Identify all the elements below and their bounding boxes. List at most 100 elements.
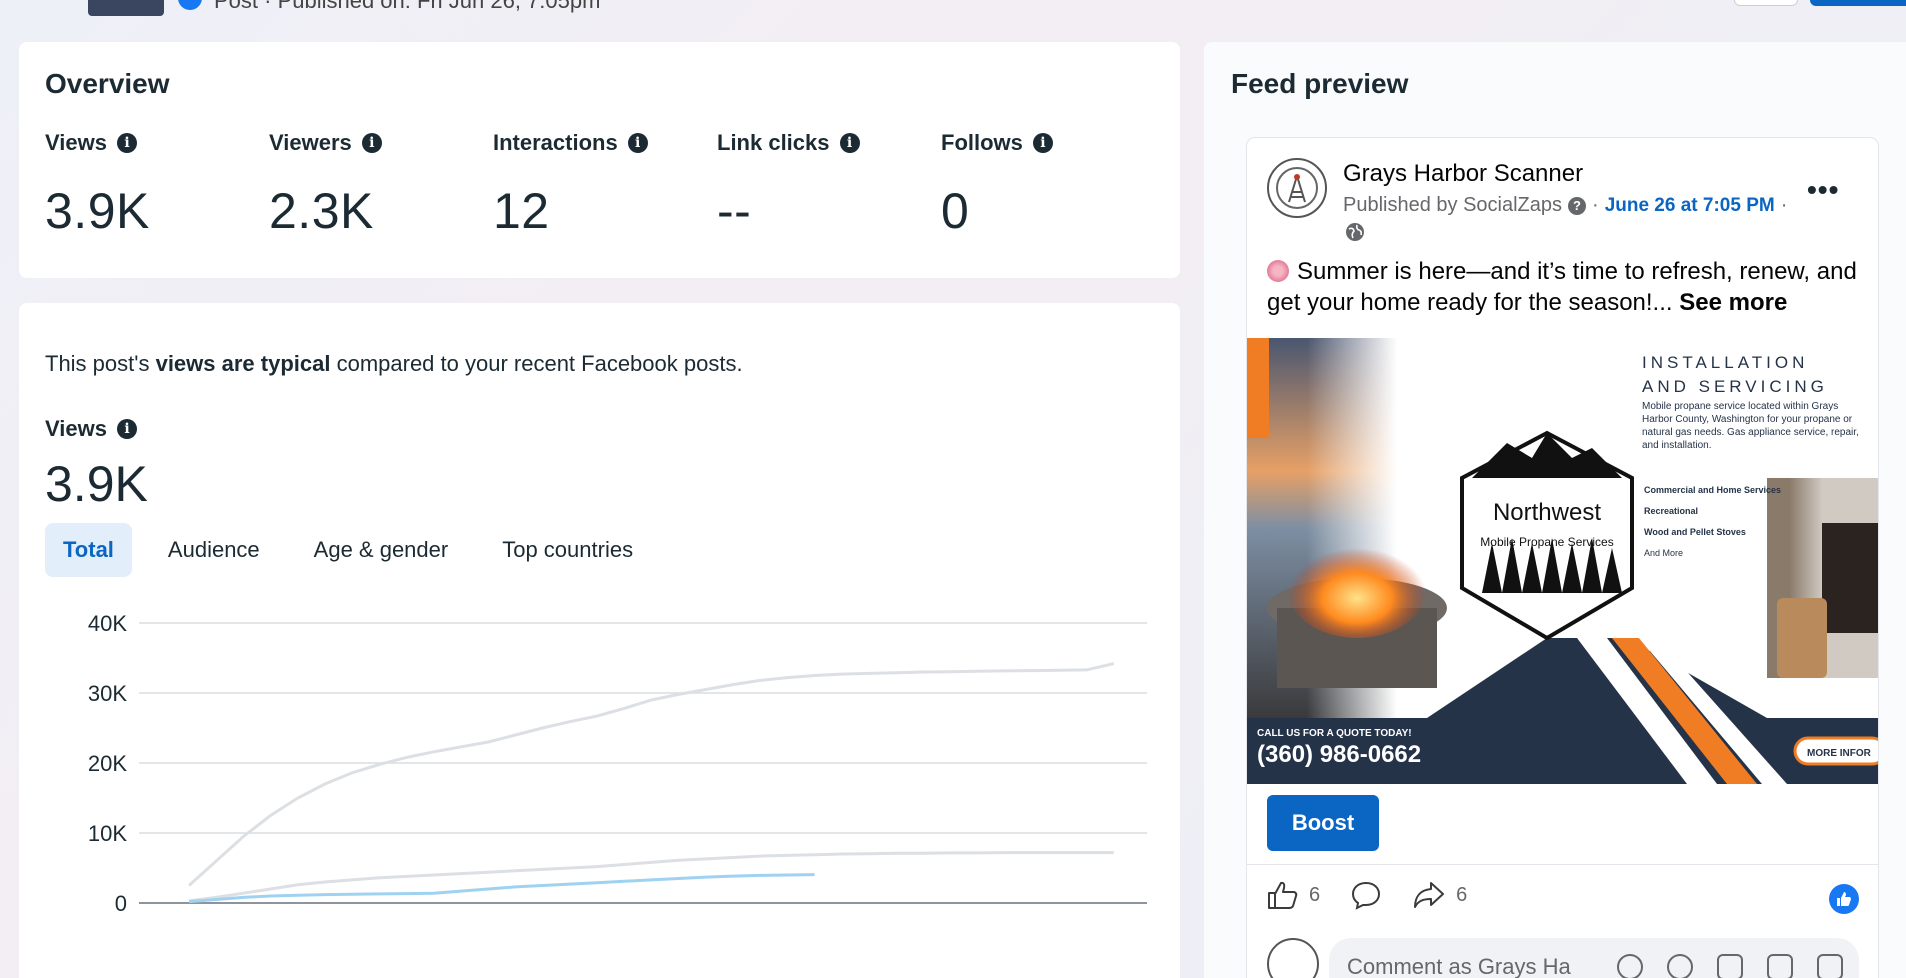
avatar-sticker-icon[interactable] xyxy=(1617,954,1643,978)
more-options-icon[interactable]: ••• xyxy=(1807,174,1839,206)
info-icon[interactable]: i xyxy=(1032,133,1053,153)
feed-preview-title: Feed preview xyxy=(1231,68,1409,99)
sticker-icon[interactable] xyxy=(1817,954,1843,978)
summary-bold: views are typical xyxy=(155,351,331,376)
thumbs-up-icon xyxy=(1268,881,1298,909)
ad-bullet: Wood and Pellet Stoves xyxy=(1644,527,1746,537)
published-line: Published by SocialZaps ? · June 26 at 7… xyxy=(1343,194,1787,217)
metric-label: Interactions xyxy=(493,130,618,155)
post-preview: Grays Harbor Scanner Published by Social… xyxy=(1247,138,1878,978)
ad-bullet: Commercial and Home Services xyxy=(1644,485,1781,495)
share-icon xyxy=(1414,882,1445,908)
ad-more-info: MORE INFOR xyxy=(1807,748,1872,759)
help-icon[interactable]: ? xyxy=(1568,196,1587,215)
metric-interactions: Interactions i 12 xyxy=(493,130,713,240)
y-tick-label: 30K xyxy=(88,681,127,706)
ad-phone: (360) 986-0662 xyxy=(1257,741,1421,768)
top-bar: Post · Published on: Fri Jun 26, 7:05pm xyxy=(0,0,1906,16)
metric-value: 3.9K xyxy=(45,183,150,239)
radio-tower-icon xyxy=(1276,167,1318,209)
y-tick-label: 40K xyxy=(88,611,127,636)
metric-label: Views xyxy=(45,130,107,155)
post-date[interactable]: June 26 at 7:05 PM xyxy=(1605,195,1775,217)
gif-icon[interactable] xyxy=(1767,954,1793,978)
ad-bullet: Recreational xyxy=(1644,506,1698,516)
views-label: Views xyxy=(45,416,107,441)
post-image[interactable]: Northwest Mobile Propane Services INSTAL… xyxy=(1247,338,1878,784)
comment-placeholder: Comment as Grays Ha xyxy=(1347,954,1571,978)
metric-views: Views i 3.9K xyxy=(45,130,265,240)
divider xyxy=(1247,864,1878,865)
post-text: Summer is here—and it’s time to refresh,… xyxy=(1267,256,1867,318)
comment-row: Comment as Grays Ha xyxy=(1267,938,1867,978)
info-icon[interactable]: i xyxy=(839,133,860,153)
info-icon[interactable]: i xyxy=(627,133,648,153)
like-count[interactable]: 6 xyxy=(1267,880,1320,910)
metric-label: Link clicks xyxy=(717,130,830,155)
brand-name: Northwest xyxy=(1493,499,1601,526)
ad-description: Mobile propane service located within Gr… xyxy=(1642,401,1859,451)
commenter-avatar xyxy=(1267,938,1319,978)
post-thumbnail[interactable] xyxy=(88,0,164,16)
emoji-icon[interactable] xyxy=(1667,954,1693,978)
metric-follows: Follows i 0 xyxy=(941,130,1161,240)
separator: · xyxy=(1780,194,1788,216)
metric-label: Viewers xyxy=(269,130,352,155)
see-more-link[interactable]: See more xyxy=(1679,289,1787,316)
metric-value: 2.3K xyxy=(269,183,374,239)
views-line-chart: 40K 30K 20K 10K 0 xyxy=(88,611,1147,916)
comment-action[interactable] xyxy=(1350,880,1382,910)
views-chart: 40K 30K 20K 10K 0 xyxy=(19,603,1180,978)
share-count[interactable]: 6 xyxy=(1412,880,1467,910)
overview-title: Overview xyxy=(45,68,170,99)
info-icon[interactable]: i xyxy=(361,133,382,153)
summary-suffix: compared to your recent Facebook posts. xyxy=(330,351,743,376)
metric-viewers: Viewers i 2.3K xyxy=(269,130,489,240)
published-by: Published by SocialZaps xyxy=(1343,194,1563,216)
y-tick-label: 0 xyxy=(115,891,127,916)
separator: · xyxy=(1592,194,1599,216)
primary-button[interactable] xyxy=(1810,0,1906,6)
tab-audience[interactable]: Audience xyxy=(150,523,278,577)
comment-input[interactable]: Comment as Grays Ha xyxy=(1329,938,1859,978)
info-icon[interactable]: i xyxy=(116,133,137,153)
page-avatar[interactable] xyxy=(1267,158,1327,218)
tab-age-gender[interactable]: Age & gender xyxy=(296,523,467,577)
comment-tools xyxy=(1617,954,1843,978)
ad-cta: CALL US FOR A QUOTE TODAY! xyxy=(1257,728,1412,739)
overview-card: Overview Views i 3.9K Viewers i 2.3K Inter… xyxy=(19,42,1180,278)
globe-icon xyxy=(1346,223,1364,241)
views-card: This post's views are typical compared t… xyxy=(19,303,1180,978)
metric-label: Follows xyxy=(941,130,1023,155)
secondary-button[interactable] xyxy=(1734,0,1798,6)
comment-icon xyxy=(1352,881,1381,910)
summary-prefix: This post's xyxy=(45,351,156,376)
info-icon[interactable]: i xyxy=(116,419,137,439)
ad-heading-1: INSTALLATION xyxy=(1642,353,1808,372)
post-published-info: Post · Published on: Fri Jun 26, 7:05pm xyxy=(214,0,601,13)
reaction-bar: 6 6 xyxy=(1267,880,1497,910)
brand-tagline: Mobile Propane Services xyxy=(1480,535,1613,549)
tab-total[interactable]: Total xyxy=(45,523,132,577)
ad-heading-2: AND SERVICING xyxy=(1642,377,1828,396)
views-label-row: Views i xyxy=(45,416,137,442)
tab-top-countries[interactable]: Top countries xyxy=(484,523,651,577)
metric-value: 12 xyxy=(493,183,550,239)
metric-link-clicks: Link clicks i -- xyxy=(717,130,937,240)
views-value: 3.9K xyxy=(45,456,148,512)
flower-emoji-icon xyxy=(1267,260,1289,282)
y-tick-label: 10K xyxy=(88,821,127,846)
page-name[interactable]: Grays Harbor Scanner xyxy=(1343,160,1583,188)
boost-button[interactable]: Boost xyxy=(1267,795,1379,851)
metric-value: 0 xyxy=(941,183,970,239)
views-tabs: Total Audience Age & gender Top countrie… xyxy=(45,523,669,577)
ad-bullet: And More xyxy=(1644,548,1683,558)
views-summary: This post's views are typical compared t… xyxy=(45,351,743,377)
ad-graphic: Northwest Mobile Propane Services INSTAL… xyxy=(1247,338,1878,784)
like-reaction-icon xyxy=(1829,884,1859,914)
camera-icon[interactable] xyxy=(1717,954,1743,978)
thumbs-up-icon xyxy=(1837,892,1851,906)
metric-value: -- xyxy=(717,183,752,239)
share-count-value: 6 xyxy=(1456,883,1468,906)
y-tick-label: 20K xyxy=(88,751,127,776)
